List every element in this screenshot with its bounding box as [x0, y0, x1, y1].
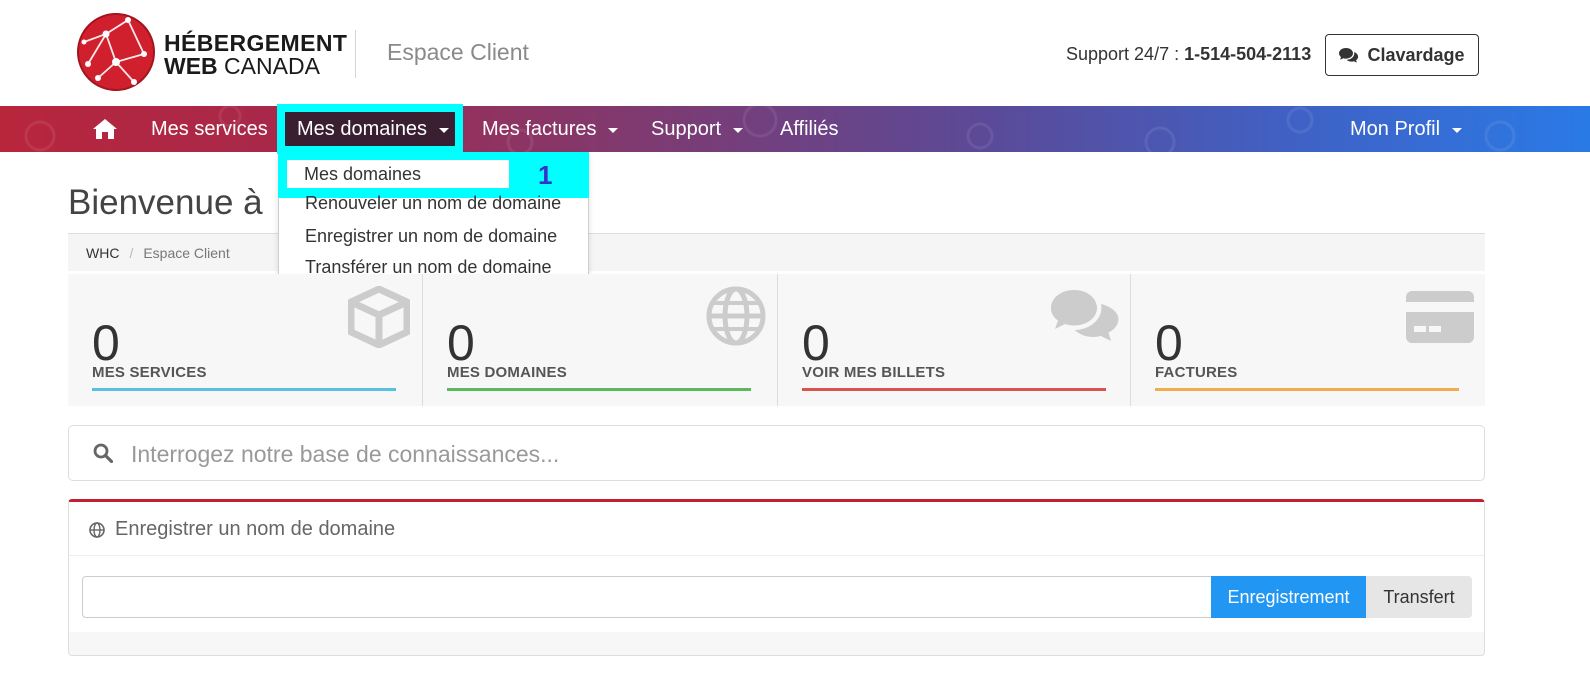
whc-globe-logo-icon[interactable]: [76, 12, 156, 92]
page-title: Bienvenue à: [68, 183, 263, 222]
tile-label: MES DOMAINES: [447, 364, 567, 381]
support-info: Support 24/7 : 1-514-504-2113: [1066, 44, 1312, 64]
nav-home[interactable]: [92, 106, 118, 152]
comments-icon: [1051, 290, 1119, 341]
chat-button-label: Clavardage: [1367, 44, 1465, 65]
tile-voir-mes-billets[interactable]: 0 VOIR MES BILLETS: [778, 274, 1132, 406]
chevron-down-icon: [608, 127, 619, 133]
chevron-down-icon: [439, 127, 450, 133]
dropdown-item-mes-domaines[interactable]: Mes domaines: [287, 160, 509, 188]
tile-mes-domaines[interactable]: 0 MES DOMAINES: [423, 274, 777, 406]
cube-icon: [348, 286, 410, 348]
breadcrumb-item-whc[interactable]: WHC: [86, 245, 119, 261]
tile-label: MES SERVICES: [92, 364, 207, 381]
comments-icon: [1339, 48, 1359, 63]
chevron-down-icon: [733, 127, 744, 133]
nav-mes-factures[interactable]: Mes factures: [482, 106, 619, 152]
globe-icon: [706, 286, 766, 346]
nav-mes-services[interactable]: Mes services: [151, 106, 268, 152]
search-icon: [93, 443, 113, 463]
panel-body: Enregistrement Transfert: [69, 556, 1484, 632]
stats-tiles: 0 MES SERVICES 0 MES DOMAINES 0 VOIR MES…: [68, 274, 1485, 406]
domain-register-panel: Enregistrer un nom de domaine Enregistre…: [68, 499, 1485, 656]
header-divider: [355, 30, 356, 78]
nav-support[interactable]: Support: [651, 106, 744, 152]
globe-icon: [89, 522, 105, 538]
dropdown-item-enregistrer[interactable]: Enregistrer un nom de domaine: [305, 226, 557, 247]
portal-name: Espace Client: [387, 39, 529, 65]
brand-line-1: HÉBERGEMENT: [164, 30, 348, 56]
chat-button[interactable]: Clavardage: [1325, 34, 1479, 76]
site-header: HÉBERGEMENT WEB CANADA Espace Client Sup…: [0, 0, 1590, 106]
tile-accent-bar: [802, 388, 1106, 391]
panel-title: Enregistrer un nom de domaine: [115, 518, 396, 540]
transfer-button[interactable]: Transfert: [1366, 576, 1472, 618]
dropdown-item-renouveler[interactable]: Renouveler un nom de domaine: [305, 193, 561, 214]
kb-search-input[interactable]: [131, 434, 1461, 474]
nav-mes-domaines[interactable]: Mes domaines: [285, 112, 455, 146]
domain-name-input[interactable]: [82, 576, 1212, 618]
support-phone[interactable]: 1-514-504-2113: [1184, 44, 1311, 64]
tile-accent-bar: [92, 388, 396, 391]
brand-line-2: WEB CANADA: [164, 53, 320, 79]
main-nav: Mes services Mes factures Support Affili…: [0, 106, 1590, 152]
nav-affilies[interactable]: Affiliés: [780, 106, 839, 152]
credit-card-icon: [1406, 291, 1474, 343]
tile-accent-bar: [447, 388, 751, 391]
register-button[interactable]: Enregistrement: [1211, 576, 1366, 618]
chevron-down-icon: [1452, 127, 1463, 133]
home-icon: [93, 119, 117, 139]
panel-header: Enregistrer un nom de domaine: [69, 502, 1484, 556]
tile-factures[interactable]: 0 FACTURES: [1131, 274, 1485, 406]
tile-accent-bar: [1155, 388, 1459, 391]
breadcrumb-separator: /: [129, 244, 134, 261]
tile-label: VOIR MES BILLETS: [802, 364, 946, 381]
breadcrumb-item-current: Espace Client: [143, 244, 230, 261]
kb-search-box: [68, 425, 1485, 481]
tile-label: FACTURES: [1155, 364, 1238, 381]
nav-mon-profil[interactable]: Mon Profil: [1350, 106, 1463, 152]
tile-mes-services[interactable]: 0 MES SERVICES: [68, 274, 422, 406]
brand-name[interactable]: HÉBERGEMENT WEB CANADA: [164, 32, 347, 78]
step-marker: 1: [538, 160, 553, 190]
